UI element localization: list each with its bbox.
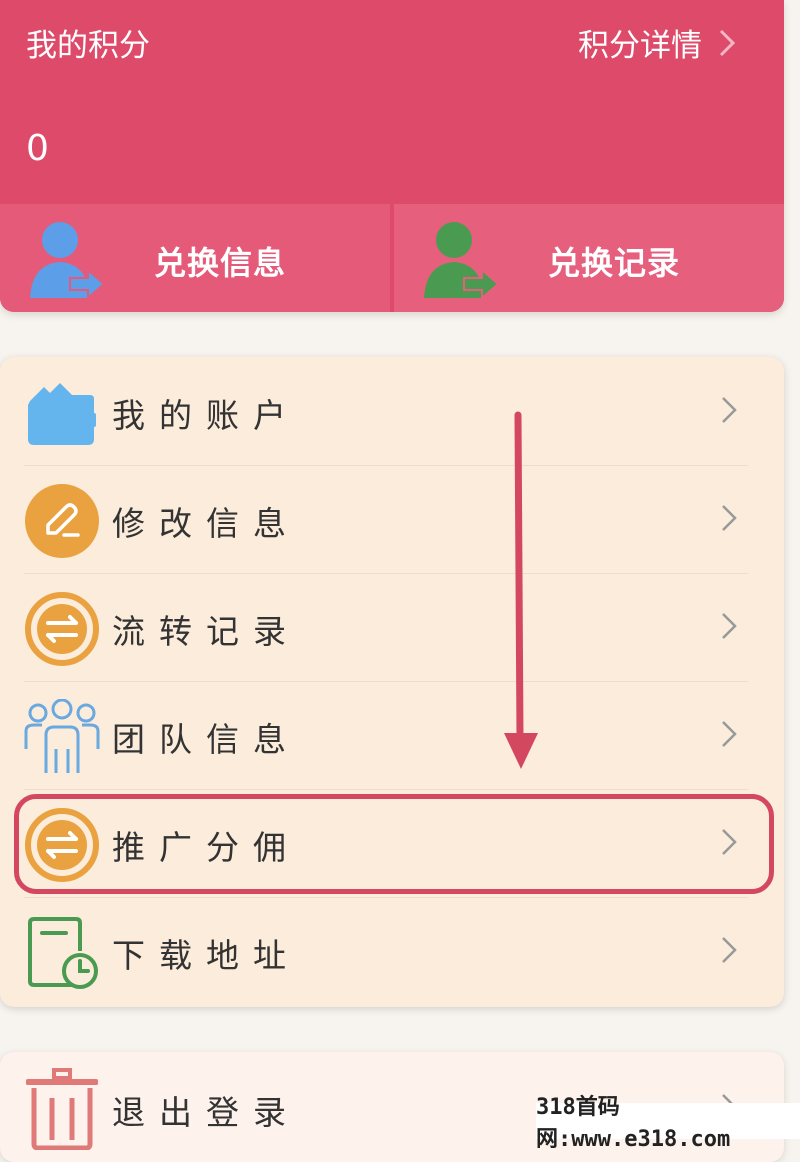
- exchange-record-label: 兑换记录: [548, 244, 681, 282]
- chevron-right-icon: [719, 29, 736, 56]
- menu-card: 我的账户 修改信息 流转记录 团队信息 推广分佣 下载地址: [0, 357, 784, 1007]
- exchange-row: 兑换信息 兑换记录: [0, 204, 784, 312]
- trash-icon: [26, 1068, 98, 1150]
- points-detail-label: 积分详情: [578, 28, 702, 64]
- points-title: 我的积分: [26, 28, 150, 64]
- points-detail-link[interactable]: 积分详情: [578, 20, 736, 65]
- exchange-record-button[interactable]: 兑换记录: [394, 204, 784, 312]
- exchange-info-button[interactable]: 兑换信息: [0, 204, 390, 312]
- points-card: 我的积分 积分详情 0 兑换信息 兑换记录: [0, 0, 784, 312]
- user-transfer-icon: [30, 222, 106, 300]
- logout-label: 退出登录: [112, 1093, 300, 1132]
- points-value: 0: [26, 128, 49, 169]
- down-arrow-annotation-icon: [504, 411, 538, 769]
- watermark: 318首码网:www.e318.com: [536, 1095, 800, 1152]
- exchange-info-label: 兑换信息: [154, 244, 287, 282]
- user-record-icon: [424, 222, 500, 300]
